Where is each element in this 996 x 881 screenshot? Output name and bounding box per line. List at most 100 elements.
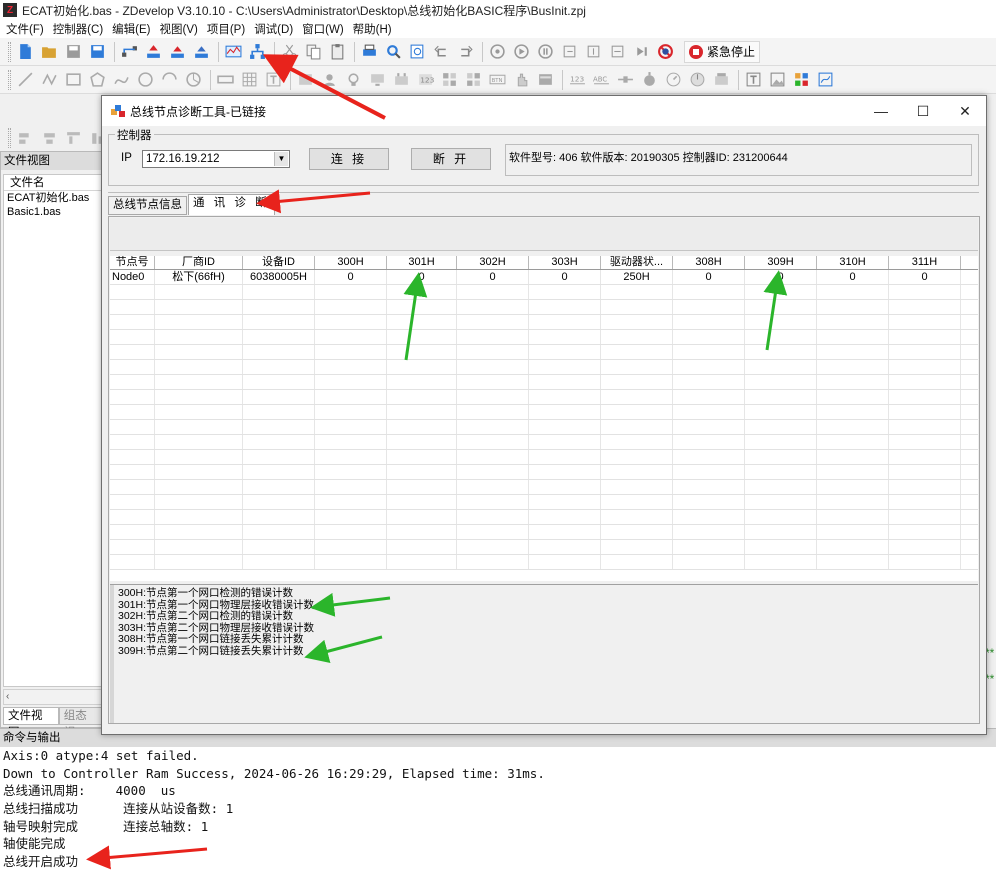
grid-column-header[interactable]: 303H — [529, 256, 601, 269]
menu-debug[interactable]: 调试(D) — [252, 21, 300, 37]
close-icon[interactable]: ✕ — [944, 96, 986, 126]
pie-tool-icon[interactable] — [184, 70, 203, 89]
bus-diagnostic-icon[interactable] — [248, 42, 267, 61]
table-row[interactable]: Node0 松下(66fH) 60380005H 0 0 0 0 250H 0 0 0 0 — [110, 270, 978, 285]
bus-config-icon[interactable] — [192, 42, 211, 61]
run-to-cursor-icon[interactable] — [632, 42, 651, 61]
redo-icon[interactable] — [456, 42, 475, 61]
chart-widget-icon[interactable] — [816, 70, 835, 89]
save-all-icon[interactable] — [88, 42, 107, 61]
slider-widget-icon[interactable] — [616, 70, 635, 89]
timer-widget-icon[interactable] — [640, 70, 659, 89]
step-out-icon[interactable] — [608, 42, 627, 61]
menu-view[interactable]: 视图(V) — [158, 21, 205, 37]
label-widget-icon[interactable]: BTN — [488, 70, 507, 89]
lamp-widget-icon[interactable] — [344, 70, 363, 89]
save-icon[interactable] — [64, 42, 83, 61]
open-folder-icon[interactable] — [40, 42, 59, 61]
tab-config-view[interactable]: 组态视 — [58, 707, 103, 739]
copy-icon[interactable] — [304, 42, 323, 61]
user-widget-icon[interactable] — [320, 70, 339, 89]
table-widget-icon[interactable] — [240, 70, 259, 89]
print-icon[interactable] — [360, 42, 379, 61]
bus-upload-icon[interactable] — [168, 42, 187, 61]
tab-node-info[interactable]: 总线节点信息 — [108, 196, 187, 215]
toolbar-grip[interactable] — [8, 128, 11, 148]
pause-icon[interactable] — [536, 42, 555, 61]
dialog-titlebar[interactable]: 总线节点诊断工具-已链接 — ☐ ✕ — [102, 96, 986, 126]
emergency-stop-button[interactable]: 紧急停止 — [684, 40, 761, 63]
grid-column-header[interactable]: 厂商ID — [155, 256, 243, 269]
switch-widget-icon[interactable] — [440, 70, 459, 89]
grid-column-header[interactable]: 310H — [817, 256, 889, 269]
grid-column-header[interactable]: 302H — [457, 256, 529, 269]
cut-icon[interactable] — [280, 42, 299, 61]
arc-tool-icon[interactable] — [160, 70, 179, 89]
grid-column-header[interactable]: 驱动器状... — [601, 256, 673, 269]
bus-download-icon[interactable] — [144, 42, 163, 61]
number-widget-icon[interactable]: 123 — [416, 70, 435, 89]
tab-file-view[interactable]: 文件视图 — [3, 707, 59, 739]
file-list-scrollbar[interactable]: ‹ — [3, 689, 103, 705]
menu-help[interactable]: 帮助(H) — [351, 21, 399, 37]
run-icon[interactable] — [512, 42, 531, 61]
gauge-widget-icon[interactable] — [664, 70, 683, 89]
connect-button[interactable]: 连 接 — [309, 148, 389, 170]
textbox-widget-icon[interactable] — [744, 70, 763, 89]
oscilloscope-icon[interactable] — [224, 42, 243, 61]
grid-column-header[interactable]: 311H — [889, 256, 961, 269]
polygon-tool-icon[interactable] — [88, 70, 107, 89]
align-left-icon[interactable] — [16, 129, 35, 148]
monitor-widget-icon[interactable] — [368, 70, 387, 89]
paste-icon[interactable] — [328, 42, 347, 61]
step-over-icon[interactable] — [584, 42, 603, 61]
image-widget-icon[interactable] — [296, 70, 315, 89]
file-name-column-header[interactable]: 文件名 — [4, 175, 102, 191]
polyline-tool-icon[interactable] — [40, 70, 59, 89]
string-display-icon[interactable]: ABC — [592, 70, 611, 89]
palette-widget-icon[interactable] — [792, 70, 811, 89]
circle-tool-icon[interactable] — [136, 70, 155, 89]
rectangle-tool-icon[interactable] — [64, 70, 83, 89]
knob-widget-icon[interactable] — [688, 70, 707, 89]
disconnect-button[interactable]: 断 开 — [411, 148, 491, 170]
align-top-icon[interactable] — [64, 129, 83, 148]
button-widget-icon[interactable] — [216, 70, 235, 89]
chevron-down-icon[interactable]: ▼ — [274, 152, 288, 166]
new-file-icon[interactable] — [16, 42, 35, 61]
menu-edit[interactable]: 编辑(E) — [110, 21, 157, 37]
maximize-icon[interactable]: ☐ — [902, 96, 944, 126]
grid-column-header[interactable]: 308H — [673, 256, 745, 269]
grid-column-header[interactable]: 309H — [745, 256, 817, 269]
file-item[interactable]: Basic1.bas — [4, 205, 102, 219]
line-tool-icon[interactable] — [16, 70, 35, 89]
io-widget-icon[interactable] — [392, 70, 411, 89]
toolbar-grip[interactable] — [8, 69, 11, 90]
toolbar-grip[interactable] — [8, 41, 11, 62]
minimize-icon[interactable]: — — [860, 96, 902, 126]
value-display-icon[interactable]: 123 — [568, 70, 587, 89]
find-icon[interactable] — [384, 42, 403, 61]
step-into-icon[interactable] — [560, 42, 579, 61]
grid-column-header[interactable]: 设备ID — [243, 256, 315, 269]
menu-file[interactable]: 文件(F) — [4, 21, 51, 37]
stop-icon[interactable] — [656, 42, 675, 61]
grid-column-header[interactable]: 节点号 — [110, 256, 155, 269]
menu-window[interactable]: 窗口(W) — [300, 21, 351, 37]
scroll-left-icon[interactable]: ‹ — [6, 691, 9, 702]
grid-widget-icon[interactable] — [464, 70, 483, 89]
text-widget-icon[interactable] — [264, 70, 283, 89]
grid-column-header[interactable]: 301H — [387, 256, 457, 269]
menu-controller[interactable]: 控制器(C) — [51, 21, 110, 37]
file-item[interactable]: ECAT初始化.bas — [4, 191, 102, 205]
align-center-icon[interactable] — [40, 129, 59, 148]
target-icon[interactable] — [488, 42, 507, 61]
bus-network-icon[interactable] — [120, 42, 139, 61]
ip-address-select[interactable]: 172.16.19.212 ▼ — [142, 150, 290, 168]
tab-comm-diagnostic[interactable]: 通 讯 诊 断 — [188, 194, 275, 215]
grid-column-header[interactable]: 300H — [315, 256, 387, 269]
hand-tool-icon[interactable] — [512, 70, 531, 89]
menu-project[interactable]: 项目(P) — [205, 21, 252, 37]
picture-widget-icon[interactable] — [768, 70, 787, 89]
find-in-files-icon[interactable] — [408, 42, 427, 61]
